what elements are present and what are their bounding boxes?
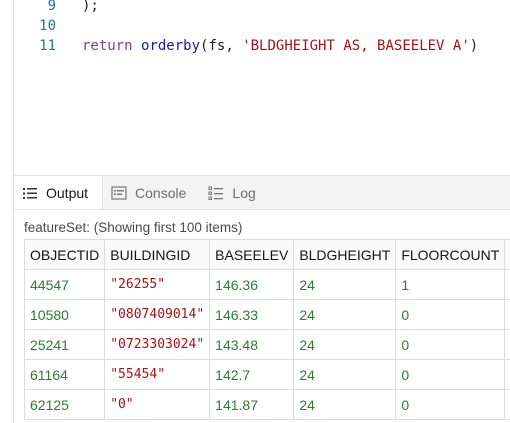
args-token: (fs, bbox=[200, 38, 243, 54]
args-close-token: ) bbox=[469, 38, 479, 54]
line-number: 10 bbox=[39, 18, 56, 34]
tab-console[interactable]: Console bbox=[103, 176, 200, 209]
column-header[interactable]: BUILDINGID bbox=[104, 239, 211, 270]
table-cell: 0 bbox=[395, 359, 506, 390]
table-cell: "0723303024" bbox=[104, 329, 211, 360]
column-header[interactable]: BLDGHEIGHT bbox=[293, 239, 397, 270]
table-cell: 61164 bbox=[23, 359, 106, 390]
table-cell: 62125 bbox=[23, 389, 106, 420]
table-cell: 25241 bbox=[23, 329, 106, 360]
table-cell: 10580 bbox=[23, 299, 106, 330]
output-caption: featureSet: (Showing first 100 items) bbox=[24, 220, 243, 235]
table-row: 25241 "0723303024" 143.48 24 0 24 bbox=[23, 329, 510, 360]
table-cell: 146.36 bbox=[209, 269, 295, 300]
output-panel: featureSet: (Showing first 100 items) OB… bbox=[14, 210, 510, 423]
column-header[interactable]: EA bbox=[504, 239, 510, 270]
table-cell: "55454" bbox=[104, 359, 211, 390]
table-cell: 24 bbox=[293, 299, 397, 330]
table-cell: 24 bbox=[293, 329, 397, 360]
tab-log-label: Log bbox=[232, 184, 256, 201]
output-list-icon bbox=[23, 187, 37, 199]
table-row: 61164 "55454" 142.7 24 0 24 bbox=[23, 359, 510, 390]
table-cell: 0 bbox=[395, 299, 506, 330]
table-cell: 24 bbox=[293, 389, 397, 420]
log-list-icon bbox=[208, 186, 224, 200]
results-table: OBJECTID BUILDINGID BASEELEV BLDGHEIGHT … bbox=[23, 239, 510, 420]
tab-output[interactable]: Output bbox=[14, 176, 104, 209]
code-line-11: 11 return orderby(fs, 'BLDGHEIGHT AS, BAS… bbox=[12, 35, 510, 57]
table-cell: "26255" bbox=[104, 269, 211, 300]
table-cell: 24 bbox=[504, 389, 510, 420]
column-header[interactable]: OBJECTID bbox=[23, 239, 106, 270]
table-row: 44547 "26255" 146.36 24 1 24 bbox=[23, 269, 510, 300]
table-header-row: OBJECTID BUILDINGID BASEELEV BLDGHEIGHT … bbox=[23, 239, 510, 270]
table-cell: 24 bbox=[293, 269, 397, 300]
output-tabs: Output Console Log bbox=[14, 175, 510, 210]
table-cell: 44547 bbox=[23, 269, 106, 300]
code-text: ); bbox=[82, 0, 99, 14]
code-line-10: 10 bbox=[12, 15, 510, 37]
string-token: 'BLDGHEIGHT AS, BASEELEV A' bbox=[242, 38, 470, 54]
table-cell: 146.33 bbox=[209, 299, 295, 330]
table-cell: 24 bbox=[504, 359, 510, 390]
table-cell: 142.7 bbox=[209, 359, 295, 390]
table-cell: 141.87 bbox=[209, 389, 295, 420]
table-cell: "0807409014" bbox=[104, 299, 211, 330]
keyword-token: return bbox=[82, 38, 133, 54]
table-cell: "0" bbox=[104, 389, 211, 420]
tab-output-label: Output bbox=[46, 184, 89, 201]
line-number: 11 bbox=[39, 38, 56, 54]
code-editor[interactable]: 9); 10 11 return orderby(fs, 'BLDGHEIGHT … bbox=[0, 0, 510, 175]
table-cell: 24 bbox=[293, 359, 397, 390]
table-cell: 24 bbox=[504, 269, 510, 300]
table-cell: 24 bbox=[504, 299, 510, 330]
tab-console-label: Console bbox=[135, 184, 187, 201]
column-header[interactable]: BASEELEV bbox=[209, 239, 295, 270]
table-cell: 0 bbox=[395, 329, 506, 360]
table-cell: 0 bbox=[395, 389, 506, 420]
tab-log[interactable]: Log bbox=[200, 176, 269, 209]
table-row: 10580 "0807409014" 146.33 24 0 24 bbox=[23, 299, 510, 330]
table-cell: 24 bbox=[504, 329, 510, 360]
table-row: 62125 "0" 141.87 24 0 24 bbox=[23, 389, 510, 420]
column-header[interactable]: FLOORCOUNT bbox=[395, 239, 506, 270]
function-token: orderby bbox=[141, 38, 201, 54]
table-cell: 1 bbox=[395, 269, 506, 300]
table-cell: 143.48 bbox=[209, 329, 295, 360]
console-icon bbox=[111, 185, 127, 200]
